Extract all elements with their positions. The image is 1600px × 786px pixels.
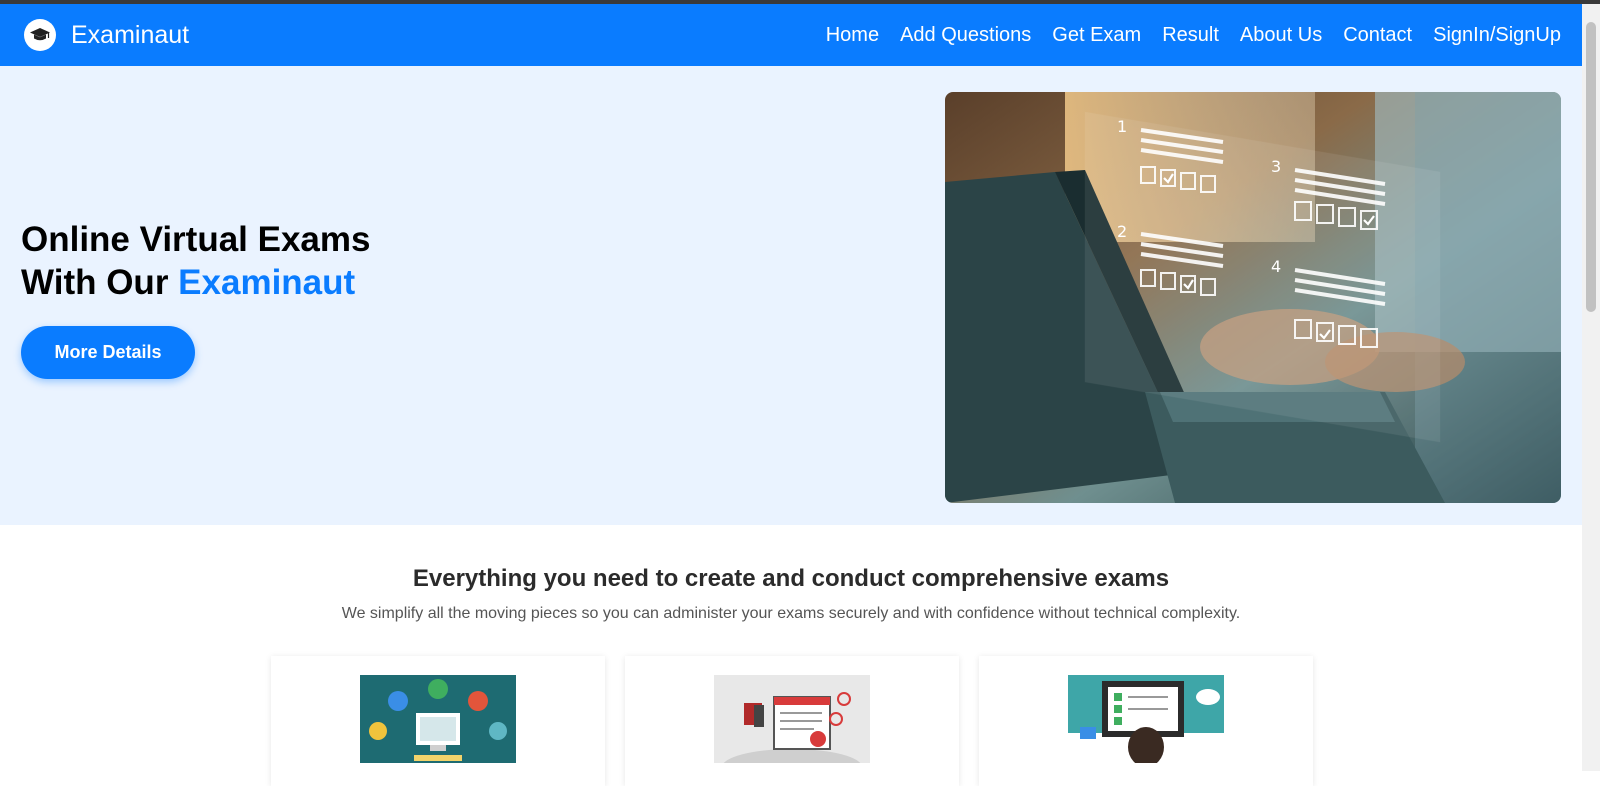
card-illustration-2 [714,675,870,763]
nav-link-result[interactable]: Result [1162,24,1219,47]
hero-title-accent: Examinaut [178,263,356,302]
brand[interactable]: Examinaut [24,19,189,51]
features-title: Everything you need to create and conduc… [412,565,1170,592]
graduation-cap-icon [24,19,56,51]
card-illustration-3 [1068,675,1224,763]
nav-link-signin-signup[interactable]: SignIn/SignUp [1433,24,1561,47]
hero-title-line1: Online Virtual Exams [21,220,371,259]
svg-text:3: 3 [1271,157,1281,176]
scrollbar[interactable] [1582,4,1600,771]
nav-link-home[interactable]: Home [826,24,879,47]
nav-links: Home Add Questions Get Exam Result About… [805,4,1561,66]
nav-link-contact[interactable]: Contact [1343,24,1412,47]
card-illustration-1 [360,675,516,763]
feature-card-2 [625,656,959,786]
svg-text:1: 1 [1117,117,1127,136]
feature-card-1 [271,656,605,786]
svg-text:4: 4 [1271,257,1281,276]
nav-link-about-us[interactable]: About Us [1240,24,1322,47]
nav-link-add-questions[interactable]: Add Questions [900,24,1031,47]
hero-section: Online Virtual Exams With Our Examinaut … [0,66,1582,525]
navbar: Examinaut Home Add Questions Get Exam Re… [0,4,1582,66]
more-details-button[interactable]: More Details [21,326,195,379]
svg-text:2: 2 [1117,222,1127,241]
brand-name: Examinaut [71,20,190,49]
hero-title: Online Virtual Exams With Our Examinaut [21,218,371,304]
hero-title-prefix: With Our [21,263,169,302]
features-subtitle: We simplify all the moving pieces so you… [341,605,1241,622]
nav-link-get-exam[interactable]: Get Exam [1052,24,1141,47]
scrollbar-thumb[interactable] [1586,22,1596,312]
feature-card-3 [979,656,1313,786]
hero-image-laptop-exam: 1 2 3 4 [945,92,1561,503]
